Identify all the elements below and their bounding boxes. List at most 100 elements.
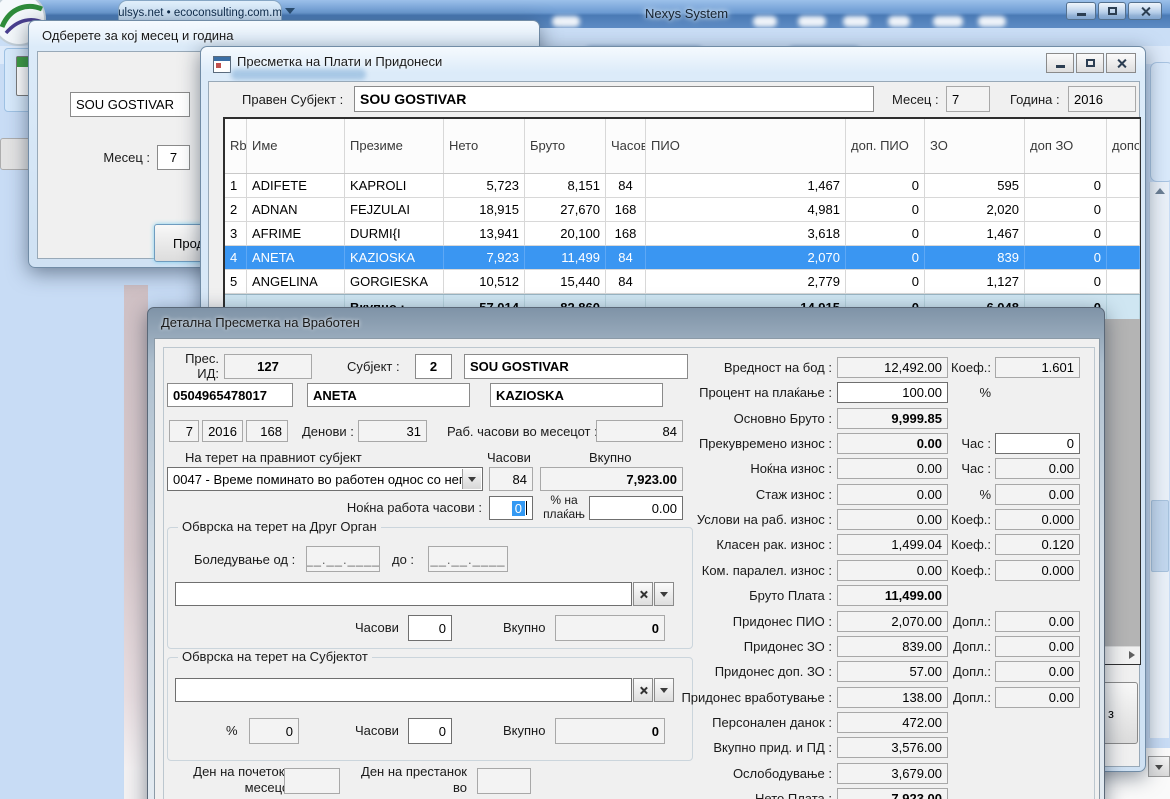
calc-row-value: 839.00 [837,636,948,657]
grid-cell: 18,915 [444,198,525,221]
scroll-right-icon[interactable] [1122,647,1140,663]
system-window-title: Nexys System [645,6,728,21]
vertical-scrollbar[interactable] [1149,182,1169,738]
year-field[interactable]: 2016 [202,420,243,442]
grid-column-header[interactable]: ЗО [925,119,1025,173]
censored-item [552,16,580,27]
calc-row-label: Бруто Плата : [639,585,832,606]
scroll-up-icon[interactable] [1150,182,1169,200]
subject-combobox[interactable] [175,678,632,702]
grid-cell: 0 [1025,198,1107,221]
tab-list-dropdown-icon[interactable] [285,8,295,19]
censored-item [231,69,366,80]
grid-cell: 8,151 [525,174,606,197]
grid-column-header[interactable]: ПИО [646,119,846,173]
hours-input[interactable]: 0 [408,718,452,744]
calc-row-label: Придонес вработување : [639,687,832,708]
calc-row-value: 3,576.00 [837,737,948,758]
minimize-button[interactable] [1066,2,1096,20]
grid-column-header[interactable]: Име [247,119,345,173]
grid-cell [1107,198,1140,221]
year-field[interactable]: 2016 [1068,86,1136,112]
grid-column-header[interactable]: Часов [606,119,646,173]
grid-cell: 839 [925,246,1025,269]
calc-row-ext-label: Допл.: [943,687,991,708]
hours-field[interactable]: 168 [246,420,288,442]
detail-fields-layer: Прес. ИД: 127 Субјект : 2 SOU GOSTIVAR 0… [149,309,1107,799]
calc-row-ext-value: 0.120 [995,534,1080,555]
grid-column-header[interactable]: Бруто [525,119,606,173]
table-row[interactable]: 4ANETAKAZIOSKA7,92311,499842,07008390 [225,246,1140,270]
grid-cell: FEJZULAI [345,198,444,221]
month-label: Месец : [892,92,939,107]
table-row[interactable]: 5ANGELINAGORGIESKA10,51215,440842,77901,… [225,270,1140,294]
calc-row-ext-value: 1.601 [995,357,1080,378]
total-column-header: Вкупно [589,450,631,465]
calc-row-value: 11,499.00 [837,585,948,606]
censored-item [843,16,869,27]
calc-row-ext-label: Допл.: [943,611,991,632]
pay-item-hours-field[interactable]: 84 [489,467,533,491]
grid-column-header[interactable]: Нето [444,119,525,173]
maximize-button[interactable] [1076,53,1104,73]
days-label: Денови : [302,424,354,439]
percent-field[interactable]: 0 [249,718,299,744]
background-tab [1150,62,1170,182]
month-field[interactable]: 7 [946,86,990,112]
month-field[interactable]: 7 [169,420,199,442]
subject-code-field[interactable]: 2 [415,354,452,379]
sick-leave-to-label: до : [392,552,414,567]
pay-item-combobox[interactable]: 0047 - Време поминато во работен однос с… [167,467,483,491]
other-org-combobox[interactable] [175,582,632,606]
legal-subject-input[interactable]: SOU GOSTIVAR [354,86,874,112]
sick-leave-to-input[interactable]: __.__.____ [428,546,508,572]
grid-cell: 2,779 [646,270,846,293]
grid-column-header[interactable]: Rbr [225,119,247,173]
grid-cell: 0 [1025,246,1107,269]
table-row[interactable]: 1ADIFETEKAPROLI5,7238,151841,46705950 [225,174,1140,198]
close-button[interactable] [1106,53,1136,73]
table-row[interactable]: 2ADNANFEJZULAI18,91527,6701684,98102,020… [225,198,1140,222]
minimize-button[interactable] [1046,53,1074,73]
grid-column-header[interactable]: Презиме [345,119,444,173]
days-field[interactable]: 31 [358,420,427,442]
maximize-icon [1086,59,1095,67]
sick-leave-from-input[interactable]: __.__.____ [306,546,380,572]
grid-column-header[interactable]: допо [1107,119,1140,173]
calc-row-ext-label: Допл.: [943,661,991,682]
total-label: Вкупно [503,620,545,635]
embg-field[interactable]: 0504965478017 [167,383,293,407]
table-row[interactable]: 3AFRIMEDURMI{I13,94120,1001683,61801,467… [225,222,1140,246]
close-button[interactable] [1128,2,1162,20]
grid-column-header[interactable]: доп. ПИО [846,119,925,173]
calc-row-value: 138.00 [837,687,948,708]
totals-cell [1107,295,1140,319]
calc-row-label: Ослободување : [639,763,832,784]
scrollbar-thumb[interactable] [1151,500,1169,572]
calc-id-field[interactable]: 127 [224,354,312,379]
start-day-field[interactable] [284,768,340,794]
grid-cell: 595 [925,174,1025,197]
dialog-subject-input[interactable]: SOU GOSTIVAR [70,92,190,117]
chevron-down-icon[interactable] [462,469,481,489]
night-work-input[interactable]: 0 [489,496,533,520]
calc-row-value[interactable]: 100.00 [837,382,948,403]
other-org-groupbox: Обврска на терет на Друг Орган Боледувањ… [167,527,693,649]
subject-label: Субјект : [347,359,400,374]
calc-row-ext-value[interactable]: 0 [995,433,1080,454]
grid-cell: 0 [846,174,925,197]
dialog-month-input[interactable]: 7 [157,145,190,170]
end-day-field[interactable] [477,768,531,794]
first-name-field[interactable]: ANETA [307,383,470,407]
grid-cell: 1,467 [925,222,1025,245]
other-org-group-title: Обврска на терет на Друг Орган [178,519,381,534]
background-combo-dropdown-icon[interactable] [1148,756,1170,777]
grid-cell: 84 [606,246,646,269]
grid-cell: AFRIME [247,222,345,245]
hours-input[interactable]: 0 [408,615,452,641]
detail-window-client: Прес. ИД: 127 Субјект : 2 SOU GOSTIVAR 0… [154,338,1100,799]
calc-row-label: Ноќна износ : [639,458,832,479]
grid-column-header[interactable]: доп ЗО [1025,119,1107,173]
restore-button[interactable] [1098,2,1126,20]
last-name-field[interactable]: KAZIOSKA [490,383,663,407]
